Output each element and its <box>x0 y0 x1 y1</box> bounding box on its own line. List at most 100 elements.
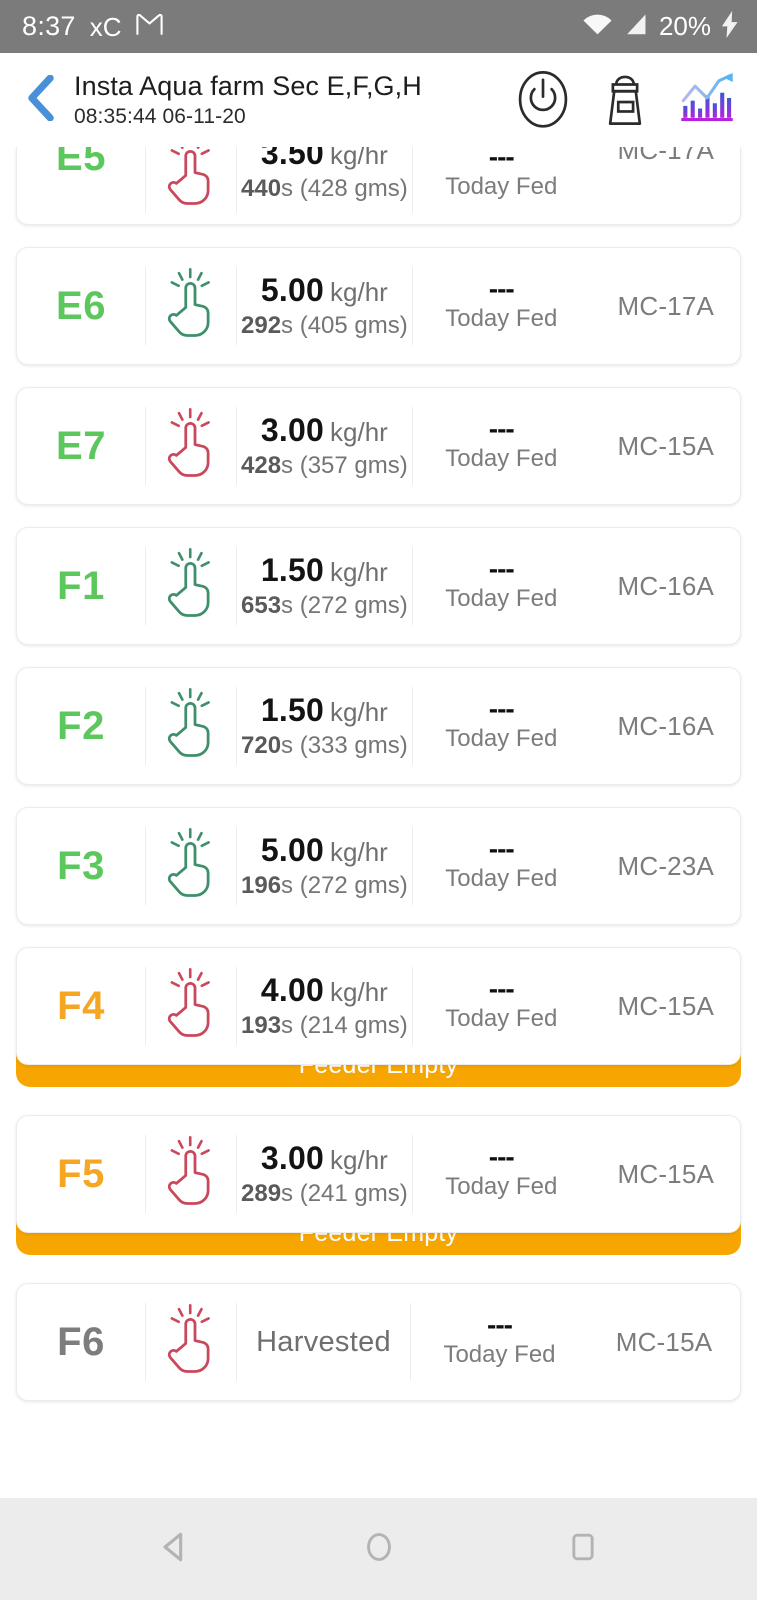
chart-icon <box>678 69 736 132</box>
feed-grams-value: (214 gms) <box>299 1012 408 1039</box>
feed-duration-row: 289s (241 gms) <box>241 1180 408 1208</box>
wifi-icon <box>582 12 613 42</box>
feed-rate-unit: kg/hr <box>330 697 388 727</box>
pond-card-f1[interactable]: F1 1.50 kg/hr 653s (272 gms) --- Today Fed MC-… <box>0 527 757 645</box>
today-fed-column: --- Today Fed <box>410 1303 588 1381</box>
tap-hand-button[interactable] <box>145 547 237 625</box>
tap-hand-icon <box>160 1303 222 1382</box>
page-title: Insta Aqua farm Sec E,F,G,H <box>74 70 422 101</box>
today-fed-label: Today Fed <box>445 444 558 472</box>
pond-rate-column: 5.00 kg/hr 292s (405 gms) <box>237 272 412 340</box>
tap-hand-icon <box>160 1135 222 1214</box>
pond-row[interactable]: F6 Harvested --- Today Fed MC-15A <box>16 1283 741 1401</box>
feed-rate-value: 5.00 <box>260 832 325 868</box>
feed-grams-value: (405 gms) <box>299 312 408 339</box>
tap-hand-button[interactable] <box>145 967 237 1045</box>
pond-status-column: Harvested <box>237 1326 410 1359</box>
pond-card-e5[interactable]: E5 3.50 kg/hr 440s (428 gms) --- Today Fed MC-… <box>0 147 757 225</box>
feed-seconds-unit: s <box>281 732 294 759</box>
nav-back-icon <box>158 1530 192 1569</box>
nav-recents-button[interactable] <box>555 1521 611 1577</box>
feed-rate-row: 5.00 kg/hr <box>261 832 388 869</box>
today-fed-column: --- Today Fed <box>411 687 590 765</box>
feed-rate-value: 5.00 <box>260 272 325 308</box>
pond-rate-column: 5.00 kg/hr 196s (272 gms) <box>237 832 412 900</box>
machine-id-label: MC-15A <box>617 430 715 461</box>
pond-rate-column: 3.00 kg/hr 289s (241 gms) <box>237 1140 412 1208</box>
feed-rate-row: 1.50 kg/hr <box>261 552 388 589</box>
pond-card-f4[interactable]: F4 4.00 kg/hr 193s (214 gms) --- Today Fed MC-… <box>0 947 757 1087</box>
feed-rate-unit: kg/hr <box>330 837 388 867</box>
pond-card-f5[interactable]: F5 3.00 kg/hr 289s (241 gms) --- Today Fed MC-… <box>0 1115 757 1255</box>
feed-grams-value: (428 gms) <box>299 175 408 202</box>
pond-row[interactable]: F2 1.50 kg/hr 720s (333 gms) --- Today Fed MC-… <box>16 667 741 785</box>
power-button[interactable] <box>515 69 571 131</box>
feed-rate-row: 3.00 kg/hr <box>261 412 388 449</box>
header-title-group: Insta Aqua farm Sec E,F,G,H 08:35:44 06-… <box>64 71 515 129</box>
feed-seconds-unit: s <box>281 872 294 899</box>
pond-rate-column: 1.50 kg/hr 720s (333 gms) <box>237 692 412 760</box>
machine-id-label: MC-15A <box>617 990 715 1021</box>
nav-back-button[interactable] <box>147 1521 203 1577</box>
today-fed-value: --- <box>488 973 515 1005</box>
feed-seconds-unit: s <box>281 452 294 479</box>
signal-icon <box>623 12 649 42</box>
pond-rate-column: 1.50 kg/hr 653s (272 gms) <box>237 552 412 620</box>
feed-bag-button[interactable] <box>597 69 653 131</box>
feed-grams-value: (272 gms) <box>299 592 408 619</box>
pond-card-e7[interactable]: E7 3.00 kg/hr 428s (357 gms) --- Today Fed MC-… <box>0 387 757 505</box>
tap-hand-button[interactable] <box>145 827 237 905</box>
today-fed-label: Today Fed <box>445 304 558 332</box>
today-fed-value: --- <box>488 1141 515 1173</box>
tap-hand-icon <box>160 147 222 214</box>
feed-rate-row: 5.00 kg/hr <box>261 272 388 309</box>
machine-id-label: MC-16A <box>617 710 715 741</box>
feed-grams-value: (272 gms) <box>299 872 408 899</box>
status-bar-right: 20% <box>582 10 739 43</box>
feed-rate-value: 1.50 <box>260 552 325 588</box>
today-fed-value: --- <box>487 1309 513 1341</box>
reports-chart-button[interactable] <box>679 69 735 131</box>
feed-duration-row: 720s (333 gms) <box>241 732 408 760</box>
tap-hand-button[interactable] <box>145 687 237 765</box>
pond-row[interactable]: F4 4.00 kg/hr 193s (214 gms) --- Today Fed MC-… <box>16 947 741 1065</box>
pond-row[interactable]: F1 1.50 kg/hr 653s (272 gms) --- Today Fed MC-… <box>16 527 741 645</box>
feed-seconds-value: 440 <box>241 175 282 202</box>
pond-row[interactable]: F3 5.00 kg/hr 196s (272 gms) --- Today Fed MC-… <box>16 807 741 925</box>
pond-card-e6[interactable]: E6 5.00 kg/hr 292s (405 gms) --- Today Fed MC-… <box>0 247 757 365</box>
back-button[interactable] <box>18 70 64 130</box>
tap-hand-button[interactable] <box>145 147 237 213</box>
today-fed-label: Today Fed <box>445 1172 558 1200</box>
pond-row[interactable]: E5 3.50 kg/hr 440s (428 gms) --- Today Fed MC-… <box>16 147 741 225</box>
feed-seconds-unit: s <box>281 1012 294 1039</box>
header-actions <box>515 69 741 131</box>
feed-rate-row: 3.50 kg/hr <box>261 147 388 172</box>
tap-hand-button[interactable] <box>145 1135 237 1213</box>
tap-hand-button[interactable] <box>145 1303 237 1381</box>
feed-rate-value: 3.00 <box>260 412 325 448</box>
machine-id-label: MC-15A <box>617 1158 715 1189</box>
today-fed-column: --- Today Fed <box>411 967 590 1045</box>
today-fed-value: --- <box>488 273 515 305</box>
nav-recents-icon <box>568 1530 598 1569</box>
tap-hand-button[interactable] <box>145 267 237 345</box>
pond-row[interactable]: E7 3.00 kg/hr 428s (357 gms) --- Today Fed MC-… <box>16 387 741 505</box>
nav-home-button[interactable] <box>351 1521 407 1577</box>
pond-list[interactable]: E5 3.50 kg/hr 440s (428 gms) --- Today Fed MC-… <box>0 147 757 1460</box>
pond-card-f2[interactable]: F2 1.50 kg/hr 720s (333 gms) --- Today Fed MC-… <box>0 667 757 785</box>
today-fed-label: Today Fed <box>445 724 558 752</box>
pond-row[interactable]: F5 3.00 kg/hr 289s (241 gms) --- Today Fed MC-… <box>16 1115 741 1233</box>
feed-rate-unit: kg/hr <box>330 557 388 587</box>
feed-duration-row: 428s (357 gms) <box>241 452 408 480</box>
back-chevron-icon <box>26 74 56 126</box>
pond-card-f3[interactable]: F3 5.00 kg/hr 196s (272 gms) --- Today Fed MC-… <box>0 807 757 925</box>
pond-rate-column: 3.00 kg/hr 428s (357 gms) <box>237 412 412 480</box>
pond-rate-column: 3.50 kg/hr 440s (428 gms) <box>237 147 412 203</box>
tap-hand-icon <box>160 547 222 626</box>
pond-row[interactable]: E6 5.00 kg/hr 292s (405 gms) --- Today Fed MC-… <box>16 247 741 365</box>
pond-id-label: F6 <box>57 1319 105 1364</box>
pond-id-label: F3 <box>57 843 105 888</box>
pond-card-f6[interactable]: F6 Harvested --- Today Fed MC-15A <box>0 1283 757 1401</box>
feed-rate-unit: kg/hr <box>330 417 388 447</box>
tap-hand-button[interactable] <box>145 407 237 485</box>
